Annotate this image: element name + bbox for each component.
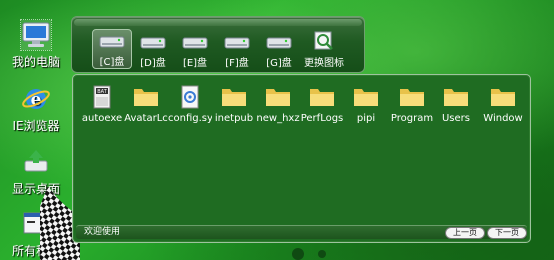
file-item[interactable]: PerfLogs (300, 85, 344, 124)
drive-label: 更换图标 (304, 58, 344, 69)
file-name: config.sy (168, 113, 212, 124)
status-bar: 欢迎使用 上一页 下一页 (76, 225, 527, 239)
file-item[interactable]: Program (390, 85, 434, 124)
ie-browser-icon: e (21, 84, 51, 114)
file-item[interactable]: inetpub (212, 85, 256, 124)
folder-icon (265, 85, 291, 107)
drive-button-d[interactable]: [D]盘 (134, 31, 172, 69)
prev-page-button[interactable]: 上一页 (445, 227, 485, 239)
computer-icon (20, 19, 52, 51)
file-name: pipi (356, 113, 376, 124)
drive-icon (99, 34, 125, 50)
folder-icon (443, 85, 469, 107)
desktop-icon-label: IE浏览器 (12, 119, 60, 133)
folder-icon (221, 85, 247, 107)
file-browser-window: BAT autoexe AvatarLc config.sy inetpub n… (72, 74, 531, 243)
file-item[interactable]: config.sy (168, 85, 212, 124)
file-name: Users (441, 113, 470, 124)
drive-icon (140, 35, 166, 51)
file-name: autoexe (81, 113, 123, 124)
drive-button-c[interactable]: [C]盘 (92, 29, 132, 69)
file-item[interactable]: Users (434, 85, 478, 124)
bat-file-icon: BAT (89, 85, 115, 109)
file-item[interactable]: Window (481, 85, 525, 124)
file-name: AvatarLc (124, 113, 168, 124)
drive-label: [C]盘 (99, 57, 125, 68)
drive-label: [F]盘 (225, 58, 249, 69)
file-name: Window (483, 113, 523, 124)
config-file-icon (177, 85, 203, 109)
change-icon-button[interactable]: 更换图标 (300, 31, 348, 69)
file-name: inetpub (214, 113, 254, 124)
file-item[interactable]: new_hxz (256, 85, 300, 124)
drive-label: [D]盘 (140, 58, 166, 69)
file-name: new_hxz (256, 113, 300, 124)
decorative-dot (318, 250, 326, 258)
decorative-dot (292, 248, 304, 260)
drive-icon (224, 35, 250, 51)
drive-label: [G]盘 (266, 58, 292, 69)
drive-button-g[interactable]: [G]盘 (260, 31, 298, 69)
drive-icon (266, 35, 292, 51)
desktop-icon-ie-browser[interactable]: e IE浏览器 (6, 84, 66, 134)
folder-icon (309, 85, 335, 107)
folder-icon (490, 85, 516, 107)
file-item[interactable]: pipi (344, 85, 388, 124)
file-item[interactable]: AvatarLc (124, 85, 168, 124)
status-text: 欢迎使用 (84, 227, 121, 237)
folder-icon (353, 85, 379, 107)
toolbar-top-strip (74, 19, 362, 26)
next-page-button[interactable]: 下一页 (487, 227, 527, 239)
show-desktop-icon (21, 147, 51, 177)
folder-icon (399, 85, 425, 107)
svg-text:BAT: BAT (97, 89, 107, 95)
drive-button-e[interactable]: [E]盘 (176, 31, 214, 69)
drive-label: [E]盘 (182, 58, 208, 69)
change-icon-icon (311, 31, 337, 51)
drive-button-f[interactable]: [F]盘 (218, 31, 256, 69)
desktop-icon-label: 我的电脑 (11, 55, 60, 69)
file-item[interactable]: BAT autoexe (80, 85, 124, 124)
file-name: Program (390, 113, 434, 124)
drive-toolbar: [C]盘 [D]盘 [E]盘 [F]盘 [G]盘 更换图标 (71, 16, 365, 73)
drive-icon (182, 35, 208, 51)
desktop-icon-my-computer[interactable]: 我的电脑 (6, 19, 66, 70)
file-name: PerfLogs (300, 113, 344, 124)
folder-icon (133, 85, 159, 107)
